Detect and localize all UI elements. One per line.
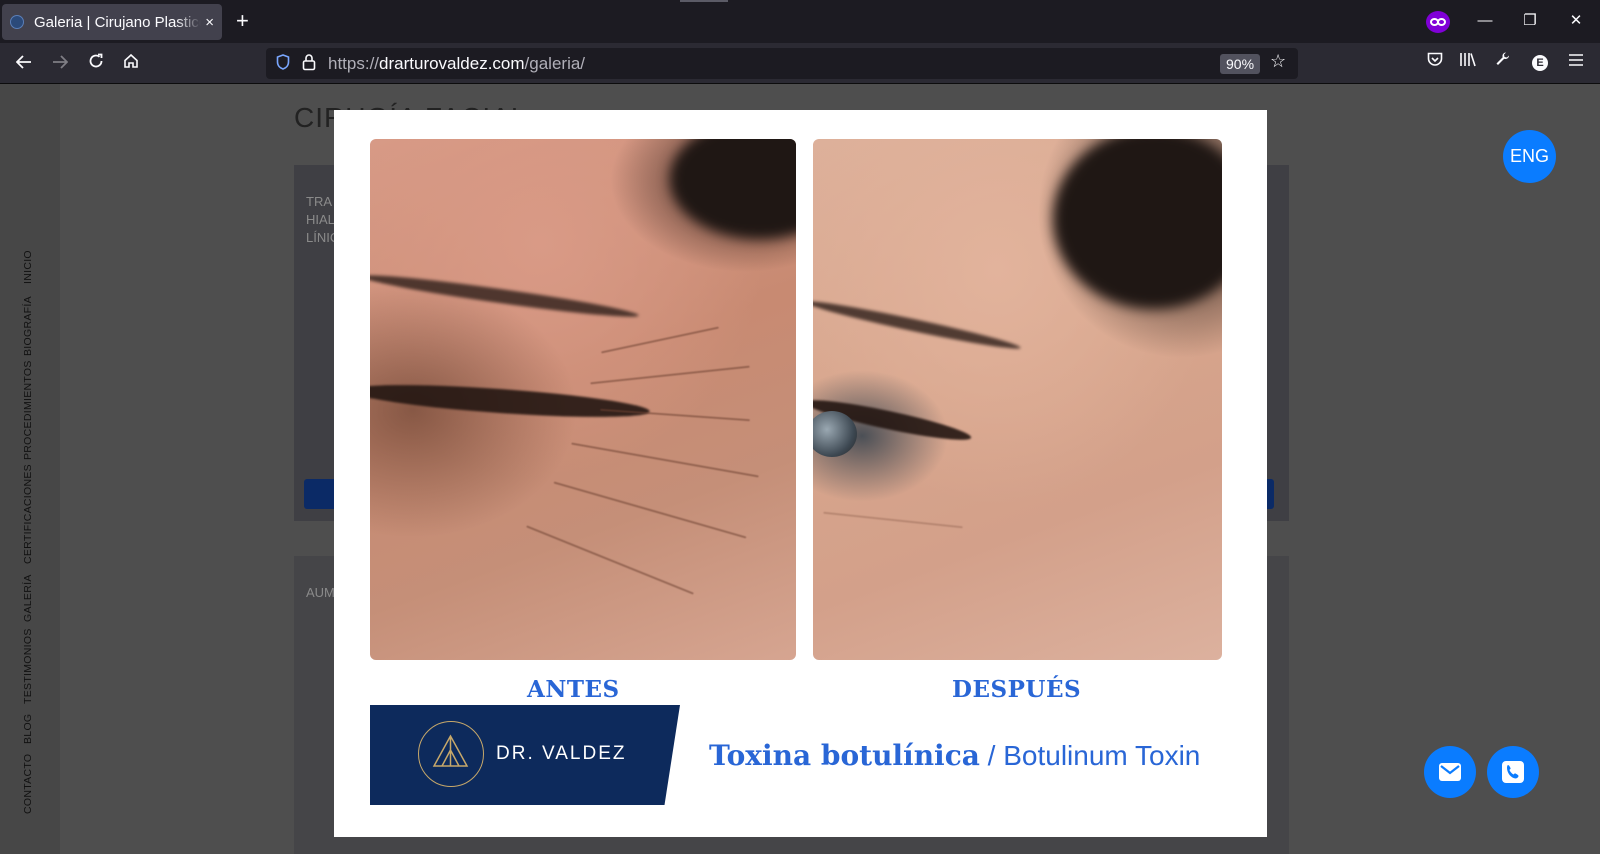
treatment-title: Toxina botulínica / Botulinum Toxin <box>709 739 1200 772</box>
photo-detail <box>670 139 796 239</box>
photo-detail <box>823 511 963 529</box>
treatment-separator: / <box>979 740 1004 771</box>
email-button[interactable] <box>1424 746 1476 798</box>
forward-button[interactable] <box>45 49 75 77</box>
url-path: /galeria/ <box>524 54 586 73</box>
gallery-lightbox: ANTES DESPUÉS DR. VALDEZ Toxina botulíni… <box>334 110 1267 837</box>
tab-strip-indicator <box>680 0 728 2</box>
photo-detail <box>813 296 1022 354</box>
browser-navigation-bar: https://drarturovaldez.com/galeria/ 90% … <box>0 43 1600 84</box>
browser-tab[interactable]: Galeria | Cirujano Plastico × <box>2 4 222 40</box>
photo-detail <box>370 378 651 424</box>
menu-icon[interactable] <box>1563 50 1589 76</box>
sidebar-item-label: BLOG <box>22 713 34 744</box>
back-icon <box>15 55 31 69</box>
reload-icon <box>89 53 103 68</box>
sidebar-item-label: PROCEDIMIENTOS <box>22 360 34 460</box>
page-content: INICIO BIOGRAFÍA PROCEDIMIENTOS CERTIFIC… <box>0 84 1600 854</box>
home-icon <box>124 53 138 68</box>
reload-button[interactable] <box>81 49 111 77</box>
sidebar-item-label: INICIO <box>22 250 34 284</box>
library-icon[interactable] <box>1455 50 1481 76</box>
envelope-icon <box>1439 763 1461 781</box>
photo-detail <box>1053 139 1222 309</box>
treatment-name-en: Botulinum Toxin <box>1003 740 1201 771</box>
back-button[interactable] <box>9 49 39 77</box>
minimize-button[interactable]: — <box>1470 8 1500 34</box>
before-photo <box>370 139 796 660</box>
browser-tab-bar: Galeria | Cirujano Plastico × + — ❐ ✕ <box>0 0 1600 43</box>
photo-detail <box>601 326 719 354</box>
forward-icon <box>53 55 69 69</box>
sidebar-item-label: CONTACTO <box>22 753 34 814</box>
private-browsing-icon <box>1426 11 1450 33</box>
pocket-icon[interactable] <box>1422 50 1448 76</box>
url-text[interactable]: https://drarturovaldez.com/galeria/ <box>328 54 585 74</box>
treatment-name-es: Toxina botulínica <box>709 739 980 772</box>
restore-button[interactable]: ❐ <box>1515 8 1545 34</box>
brand-logo-icon <box>418 721 484 787</box>
photo-detail <box>590 365 750 385</box>
sidebar-item-label: GALERÍA <box>22 574 34 622</box>
photo-detail <box>526 525 694 595</box>
wrench-icon[interactable] <box>1490 50 1516 76</box>
photo-detail <box>571 442 759 478</box>
after-label: DESPUÉS <box>952 676 1082 703</box>
sidebar-item-label: CERTIFICACIONES <box>22 464 34 564</box>
sidebar-item-label: BIOGRAFÍA <box>22 296 34 356</box>
tab-title: Galeria | Cirujano Plastico <box>34 13 202 31</box>
sidebar-item-label: TESTIMONIOS <box>22 628 34 704</box>
url-host: drarturovaldez.com <box>379 54 525 73</box>
card-text: AUM <box>306 585 335 600</box>
site-favicon-icon <box>10 15 24 29</box>
bookmark-star-icon[interactable]: ☆ <box>1270 51 1286 72</box>
brand-banner: DR. VALDEZ <box>370 705 680 805</box>
shield-icon[interactable] <box>276 54 290 74</box>
lock-icon[interactable] <box>302 53 316 75</box>
zoom-indicator[interactable]: 90% <box>1220 54 1261 74</box>
brand-name: DR. VALDEZ <box>496 743 627 764</box>
language-toggle-button[interactable]: ENG <box>1503 130 1556 183</box>
home-button[interactable] <box>116 49 146 77</box>
close-window-button[interactable]: ✕ <box>1561 8 1591 34</box>
side-navigation: INICIO BIOGRAFÍA PROCEDIMIENTOS CERTIFIC… <box>0 84 60 854</box>
new-tab-button[interactable]: + <box>236 8 249 34</box>
url-scheme: https:// <box>328 54 380 73</box>
after-photo <box>813 139 1222 660</box>
before-label: ANTES <box>527 676 620 703</box>
tab-close-icon[interactable]: × <box>205 14 214 31</box>
phone-button[interactable] <box>1487 746 1539 798</box>
photo-detail <box>813 411 857 457</box>
address-bar[interactable]: https://drarturovaldez.com/galeria/ 90% … <box>266 48 1298 79</box>
extension-icon[interactable]: E <box>1532 55 1548 71</box>
phone-icon <box>1502 761 1524 783</box>
photo-detail <box>370 269 640 323</box>
photo-detail <box>553 481 747 539</box>
